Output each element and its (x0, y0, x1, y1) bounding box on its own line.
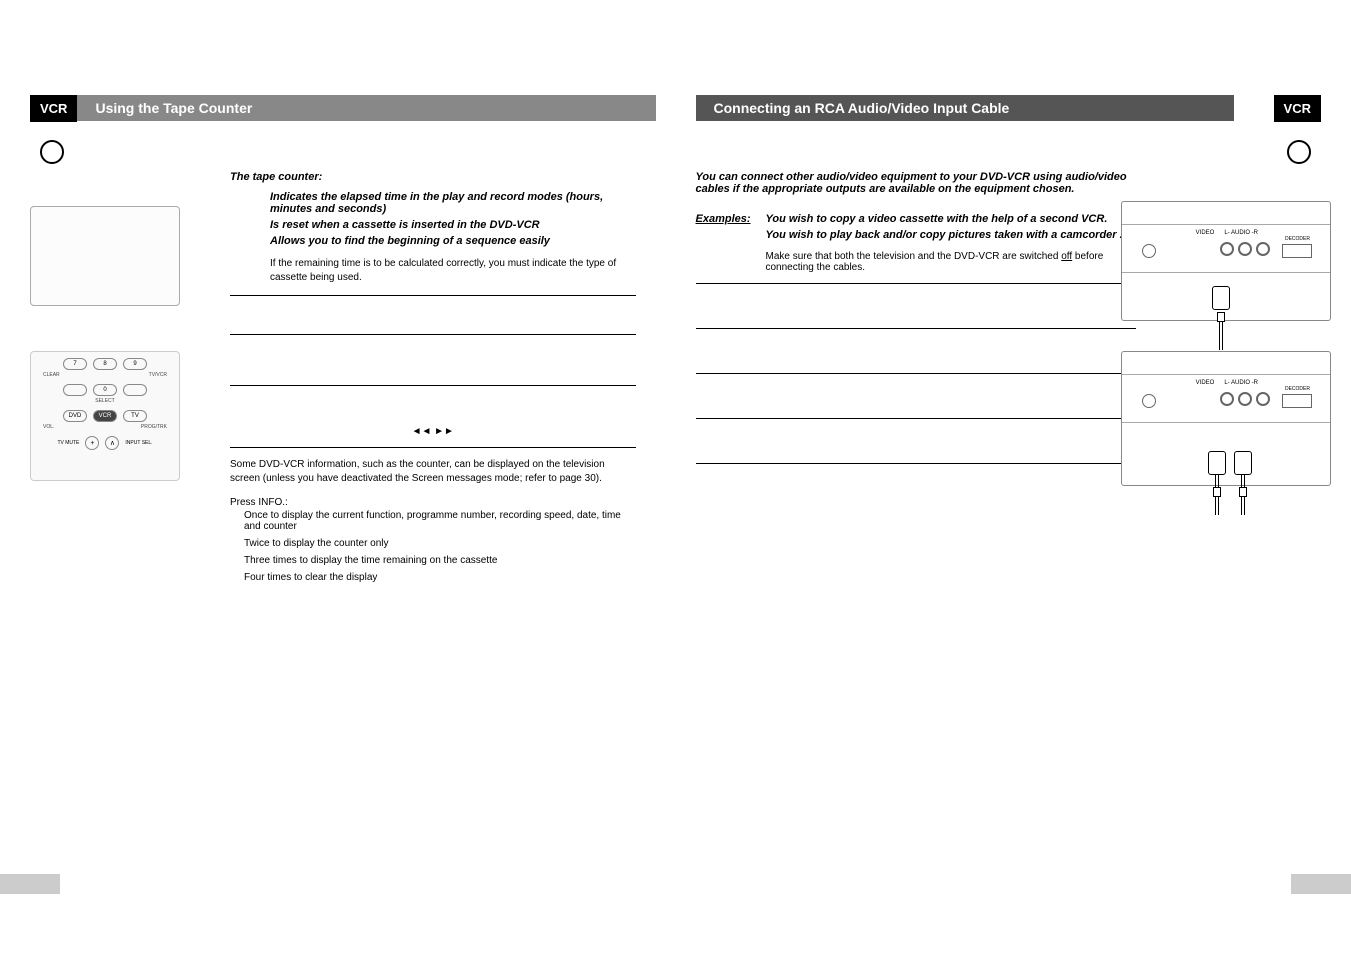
remote-btn-vcr: VCR (93, 410, 117, 422)
connector-housing-icon (1234, 451, 1252, 475)
divider (696, 373, 1136, 374)
audio-r-socket-icon (1256, 242, 1270, 256)
right-page: Connecting an RCA Audio/Video Input Cabl… (696, 95, 1322, 924)
connector-housing-icon (1208, 451, 1226, 475)
divider (696, 283, 1136, 284)
left-title: Using the Tape Counter (77, 95, 655, 121)
left-illustration-column: 7 8 9 CLEAR TV/VCR 0 SE (30, 171, 210, 589)
connector-housing-icon (1212, 286, 1230, 310)
remote-label-tvmute: TV MUTE (57, 440, 79, 446)
audio-label: L- AUDIO -R (1224, 230, 1258, 236)
audio-l-socket-icon (1238, 392, 1252, 406)
decoder-label: DECODER (1285, 236, 1310, 242)
rewind-forward-icons: ◄◄ ►► (230, 426, 636, 437)
left-text-column: The tape counter: Indicates the elapsed … (230, 171, 656, 589)
device-illustration-single-cable: VIDEO L- AUDIO -R DECODER (1121, 201, 1331, 321)
divider (696, 328, 1136, 329)
video-socket-icon (1220, 242, 1234, 256)
remote-label-vol: VOL. (43, 424, 54, 430)
press-info-label: Press INFO.: (230, 496, 636, 510)
remote-btn-left-blank (63, 384, 87, 396)
remote-btn-plus: + (85, 436, 99, 450)
remote-btn-0: 0 (93, 384, 117, 396)
remote-btn-8: 8 (93, 358, 117, 370)
hole-punch-right (1287, 140, 1311, 164)
left-page: VCR Using the Tape Counter 7 8 9 CLEAR (30, 95, 656, 924)
divider (230, 447, 636, 448)
remote-label-progtrk: PROG/TRK (141, 424, 167, 430)
example-2: You wish to play back and/or copy pictur… (766, 229, 1123, 241)
divider (230, 295, 636, 296)
remote-btn-up: ∧ (105, 436, 119, 450)
power-socket-icon (1142, 394, 1156, 408)
bullet-2: Is reset when a cassette is inserted in … (270, 219, 636, 231)
remote-label-clear: CLEAR (43, 372, 60, 378)
audio-r-socket-icon (1256, 392, 1270, 406)
cable-icon (1219, 322, 1223, 350)
scart-socket-icon (1282, 394, 1312, 408)
rca-intro: You can connect other audio/video equipm… (696, 171, 1136, 195)
divider (230, 385, 636, 386)
audio-label: L- AUDIO -R (1224, 380, 1258, 386)
page-footer-left (0, 874, 60, 894)
remote-btn-dvd: DVD (63, 410, 87, 422)
remote-btn-tv: TV (123, 410, 147, 422)
cable-plug-icon (1239, 487, 1247, 497)
right-title: Connecting an RCA Audio/Video Input Cabl… (696, 95, 1234, 121)
remote-btn-9: 9 (123, 358, 147, 370)
divider (696, 418, 1136, 419)
example-1: You wish to copy a video cassette with t… (766, 213, 1123, 225)
remote-control-illustration: 7 8 9 CLEAR TV/VCR 0 SE (30, 351, 180, 481)
divider (696, 463, 1136, 464)
info-item-2: Twice to display the counter only (244, 538, 636, 549)
video-label: VIDEO (1196, 380, 1215, 386)
remote-btn-7: 7 (63, 358, 87, 370)
video-label: VIDEO (1196, 230, 1215, 236)
device-illustration-dual-cable: VIDEO L- AUDIO -R DECODER (1121, 351, 1331, 486)
bullet-3: Allows you to find the beginning of a se… (270, 235, 636, 247)
page-footer-right (1291, 874, 1351, 894)
info-item-1: Once to display the current function, pr… (244, 510, 636, 532)
cable-plug-icon (1213, 487, 1221, 497)
scart-socket-icon (1282, 244, 1312, 258)
cable-plug-icon (1217, 312, 1225, 322)
caution-note: Make sure that both the television and t… (696, 251, 1136, 273)
remote-label-inputsel: INPUT SEL. (125, 440, 152, 446)
hole-punch-left (40, 140, 64, 164)
cassette-note: If the remaining time is to be calculate… (270, 257, 636, 285)
audio-l-socket-icon (1238, 242, 1252, 256)
bullet-1: Indicates the elapsed time in the play a… (270, 191, 636, 215)
examples-label: Examples: (696, 213, 766, 241)
remote-btn-right-blank (123, 384, 147, 396)
tape-counter-intro: The tape counter: (230, 171, 636, 183)
video-socket-icon (1220, 392, 1234, 406)
left-header: VCR Using the Tape Counter (30, 95, 656, 121)
decoder-label: DECODER (1285, 386, 1310, 392)
remote-label-tvvcr: TV/VCR (149, 372, 167, 378)
vcr-badge-left: VCR (30, 95, 77, 122)
divider (230, 334, 636, 335)
vcr-badge-right: VCR (1274, 95, 1321, 122)
off-underline: off (1061, 251, 1072, 262)
power-socket-icon (1142, 244, 1156, 258)
counter-info-text: Some DVD-VCR information, such as the co… (230, 458, 636, 486)
remote-label-select: SELECT (95, 398, 114, 404)
info-item-4: Four times to clear the display (244, 572, 636, 583)
vcr-display-illustration (30, 206, 180, 306)
info-item-3: Three times to display the time remainin… (244, 555, 636, 566)
right-header: Connecting an RCA Audio/Video Input Cabl… (696, 95, 1322, 121)
